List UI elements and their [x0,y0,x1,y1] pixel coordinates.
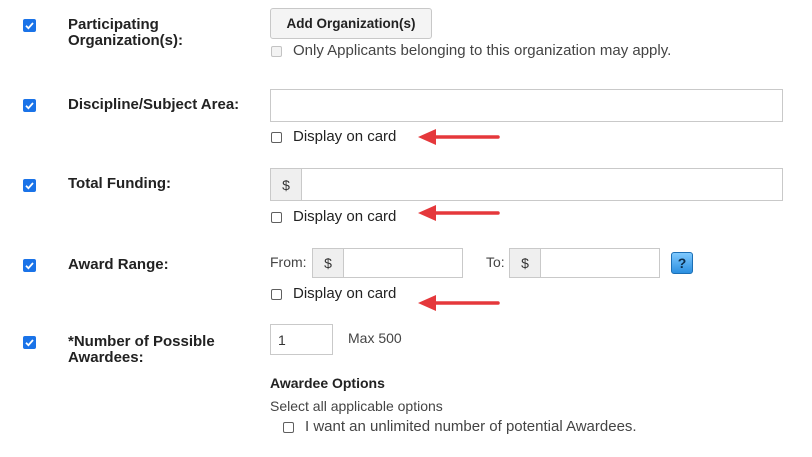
awardee-options-hint: Select all applicable options [270,398,443,414]
unlimited-awardees-checkbox[interactable] [283,422,294,433]
checkmark-icon [25,182,34,190]
from-label: From: [270,254,307,270]
awardees-count-input[interactable]: 1 [270,324,333,355]
funding-display-checkbox[interactable] [271,212,282,223]
checkmark-icon [25,262,34,270]
award-range-help-button[interactable]: ? [671,252,693,274]
question-mark-icon: ? [677,255,687,271]
discipline-row-checkbox[interactable] [23,99,36,112]
discipline-display-label: Display on card [293,128,397,145]
from-input[interactable] [343,248,463,278]
funding-display-label: Display on card [293,208,397,225]
award-range-display-checkbox[interactable] [271,289,282,300]
from-currency-addon: $ [312,248,344,278]
to-label: To: [486,254,505,270]
discipline-display-checkbox[interactable] [271,132,282,143]
funding-currency-addon: $ [270,168,302,201]
funding-row-checkbox[interactable] [23,179,36,192]
restrict-applicants-checkbox[interactable] [271,46,282,57]
checkmark-icon [25,22,34,30]
funding-input[interactable] [301,168,783,201]
to-input[interactable] [540,248,660,278]
unlimited-awardees-label: I want an unlimited number of potential … [305,418,637,435]
participating-label: Participating Organization(s): [68,16,183,49]
awardees-max-text: Max 500 [348,330,402,346]
award-range-row-checkbox[interactable] [23,259,36,272]
awardees-row-checkbox[interactable] [23,336,36,349]
discipline-input[interactable] [270,89,783,122]
arrow-left-icon [418,129,500,145]
checkmark-icon [25,102,34,110]
add-organization-button[interactable]: Add Organization(s) [270,8,432,39]
awardee-options-heading: Awardee Options [270,375,385,391]
arrow-left-icon [418,205,500,221]
arrow-left-icon [418,295,500,311]
to-currency-addon: $ [509,248,541,278]
award-range-display-label: Display on card [293,285,397,302]
participating-row-checkbox[interactable] [23,19,36,32]
checkmark-icon [25,339,34,347]
award-range-label: Award Range: [68,256,169,273]
awardees-label: *Number of Possible Awardees: [68,333,215,366]
restrict-applicants-label: Only Applicants belonging to this organi… [293,42,672,59]
discipline-label: Discipline/Subject Area: [68,96,240,113]
funding-label: Total Funding: [68,175,172,192]
